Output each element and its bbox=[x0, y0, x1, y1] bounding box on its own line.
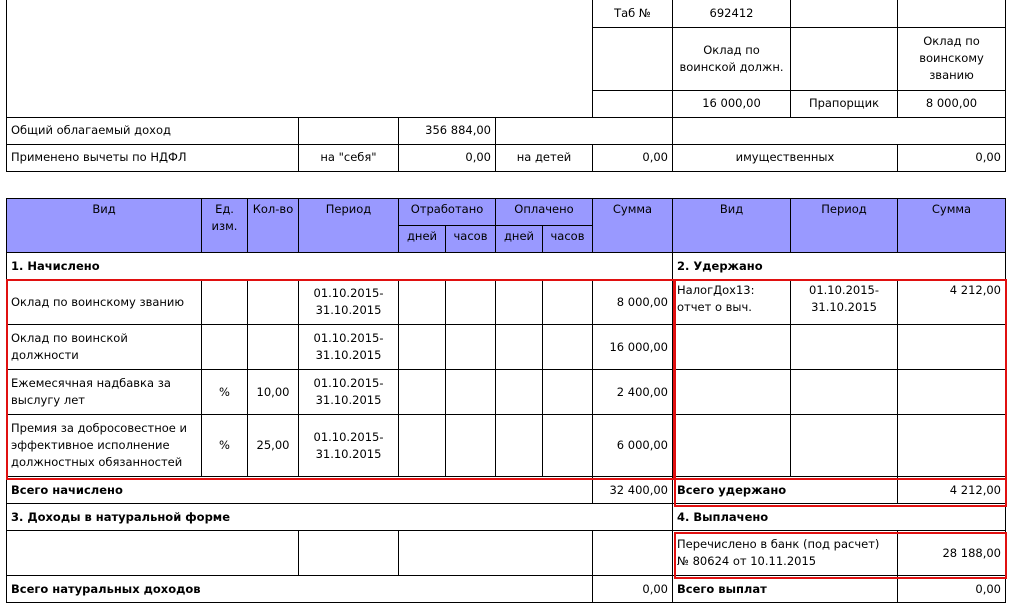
total-payments-label: Всего выплат bbox=[672, 575, 898, 603]
accrual-period: 01.10.2015-31.10.2015 bbox=[298, 369, 399, 415]
accrual-sum: 6 000,00 bbox=[592, 414, 673, 477]
children-deduction-label: на детей bbox=[495, 143, 593, 172]
property-deduction-value: 0,00 bbox=[897, 143, 1006, 172]
col-period-withheld: Период bbox=[790, 198, 898, 253]
taxable-income-value: 356 884,00 bbox=[398, 116, 496, 145]
children-deduction-value: 0,00 bbox=[592, 143, 673, 172]
table-row: Премия за добросовестное и эффективное и… bbox=[6, 414, 1006, 477]
tab-label: Таб № bbox=[592, 0, 673, 28]
col-sum-withheld: Сумма bbox=[897, 198, 1006, 253]
salary-rank-label: Оклад по воинскому званию bbox=[897, 26, 1006, 91]
col-qty: Кол-во bbox=[247, 198, 299, 253]
payment-name: Перечислено в банк (под расчет) № 80624 … bbox=[672, 530, 898, 576]
table-row: Перечислено в банк (под расчет) № 80624 … bbox=[6, 530, 1006, 576]
salary-position-label: Оклад по воинской должн. bbox=[672, 26, 791, 91]
table-row: Ежемесячная надбавка за выслугу лет % 10… bbox=[6, 369, 1006, 415]
tab-value: 692412 bbox=[672, 0, 791, 28]
total-natural-value: 0,00 bbox=[592, 575, 673, 603]
withholding-sum: 4 212,00 bbox=[897, 279, 1006, 325]
col-paid-days: дней bbox=[495, 225, 543, 253]
col-kind: Вид bbox=[6, 198, 202, 253]
total-payments-value: 0,00 bbox=[897, 575, 1006, 603]
accrual-period: 01.10.2015-31.10.2015 bbox=[298, 324, 399, 370]
payroll-table: Вид Ед. изм. Кол-во Период Отработано Оп… bbox=[6, 198, 1006, 603]
accrual-sum: 2 400,00 bbox=[592, 369, 673, 415]
table-row: Оклад по воинской должности 01.10.2015-3… bbox=[6, 324, 1006, 370]
taxable-income-label: Общий облагаемый доход bbox=[6, 116, 299, 145]
accrual-name: Премия за добросовестное и эффективное и… bbox=[6, 414, 202, 477]
col-worked-days: дней bbox=[398, 225, 446, 253]
accrual-period: 01.10.2015-31.10.2015 bbox=[298, 279, 399, 325]
rank-value: Прапорщик bbox=[790, 89, 898, 118]
section-natural: 3. Доходы в натуральной форме bbox=[6, 503, 673, 531]
section-withheld: 2. Удержано bbox=[672, 252, 1006, 280]
total-natural-label: Всего натуральных доходов bbox=[6, 575, 593, 603]
col-sum: Сумма bbox=[592, 198, 673, 253]
section-accrued: 1. Начислено bbox=[6, 252, 673, 280]
salary-position-value: 16 000,00 bbox=[672, 89, 791, 118]
total-withheld-label: Всего удержано bbox=[672, 476, 898, 504]
accrual-sum: 16 000,00 bbox=[592, 324, 673, 370]
self-deduction-value: 0,00 bbox=[398, 143, 496, 172]
property-deduction-label: имущественных bbox=[672, 143, 898, 172]
total-accrued-label: Всего начислено bbox=[6, 476, 593, 504]
self-deduction-label: на "себя" bbox=[298, 143, 399, 172]
col-worked: Отработано bbox=[398, 198, 496, 226]
section-paid: 4. Выплачено bbox=[672, 503, 1006, 531]
col-paid-hours: часов bbox=[542, 225, 593, 253]
blank-area bbox=[6, 0, 593, 118]
accrual-sum: 8 000,00 bbox=[592, 279, 673, 325]
accrual-name: Оклад по воинской должности bbox=[6, 324, 202, 370]
salary-rank-value: 8 000,00 bbox=[897, 89, 1006, 118]
col-unit: Ед. изм. bbox=[201, 198, 248, 253]
table-row: Оклад по воинскому званию 01.10.2015-31.… bbox=[6, 279, 1006, 325]
accrual-name: Оклад по воинскому званию bbox=[6, 279, 202, 325]
deductions-label: Применено вычеты по НДФЛ bbox=[6, 143, 299, 172]
col-kind-withheld: Вид bbox=[672, 198, 791, 253]
withholding-period: 01.10.2015-31.10.2015 bbox=[790, 279, 898, 325]
total-withheld-value: 4 212,00 bbox=[897, 476, 1006, 504]
col-period: Период bbox=[298, 198, 399, 253]
accrual-period: 01.10.2015-31.10.2015 bbox=[298, 414, 399, 477]
payment-sum: 28 188,00 bbox=[897, 530, 1006, 576]
col-paid: Оплачено bbox=[495, 198, 593, 226]
total-accrued-value: 32 400,00 bbox=[592, 476, 673, 504]
employee-info-table: Таб № 692412 Оклад по воинской должн. Ок… bbox=[6, 0, 1006, 172]
withholding-name: НалогДох13: отчет о выч. bbox=[672, 279, 791, 325]
col-worked-hours: часов bbox=[445, 225, 496, 253]
accrual-name: Ежемесячная надбавка за выслугу лет bbox=[6, 369, 202, 415]
